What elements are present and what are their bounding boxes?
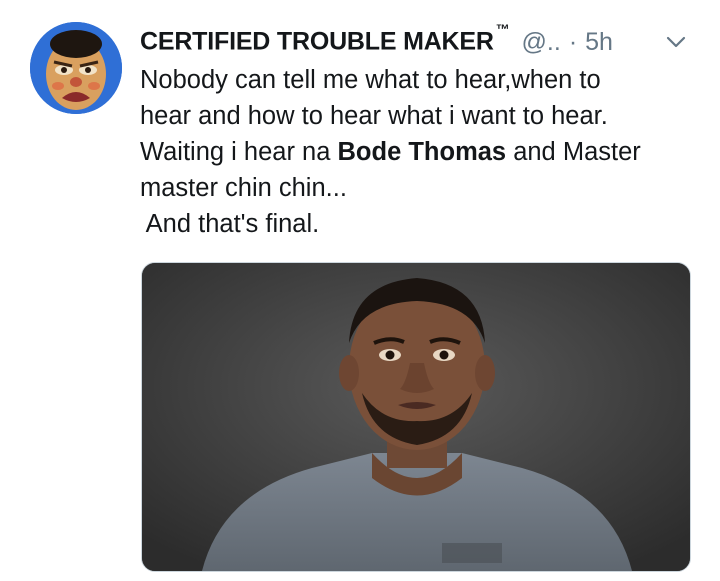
trademark-symbol: ™ <box>495 21 510 38</box>
tweet-text-line-3-suffix: and Master <box>506 138 641 166</box>
handle[interactable]: @.. <box>522 28 561 57</box>
tweet-text-line-5: And that's final. <box>140 210 320 238</box>
tweet-header: CERTIFIED TROUBLE MAKER ™ @.. · 5h <box>140 21 613 58</box>
avatar[interactable] <box>30 22 122 114</box>
separator-dot: · <box>568 27 578 56</box>
tweet-text-line-4: master chin chin... <box>140 174 347 202</box>
tweet-text-line-3: Waiting i hear na Bode Thomas and Master <box>140 134 710 170</box>
timestamp[interactable]: 5h <box>585 28 613 57</box>
man-portrait-photo-icon <box>142 263 690 571</box>
tweet: CERTIFIED TROUBLE MAKER ™ @.. · 5h Nobody… <box>0 0 720 581</box>
tweet-media-photo[interactable] <box>141 262 691 572</box>
tweet-text-line-3-prefix: Waiting i hear na <box>140 138 338 166</box>
angry-face-avatar-icon <box>30 22 122 114</box>
tweet-text-line-1: Nobody can tell me what to hear,when to <box>140 66 601 94</box>
display-name[interactable]: CERTIFIED TROUBLE MAKER ™ <box>140 21 510 56</box>
display-name-text[interactable]: CERTIFIED TROUBLE MAKER <box>140 28 494 56</box>
tweet-text-line-2: hear and how to hear what i want to hear… <box>140 102 608 130</box>
mention-bode-thomas[interactable]: Bode Thomas <box>338 138 507 166</box>
chevron-down-icon[interactable] <box>664 30 688 54</box>
tweet-text: Nobody can tell me what to hear,when to … <box>140 62 710 242</box>
